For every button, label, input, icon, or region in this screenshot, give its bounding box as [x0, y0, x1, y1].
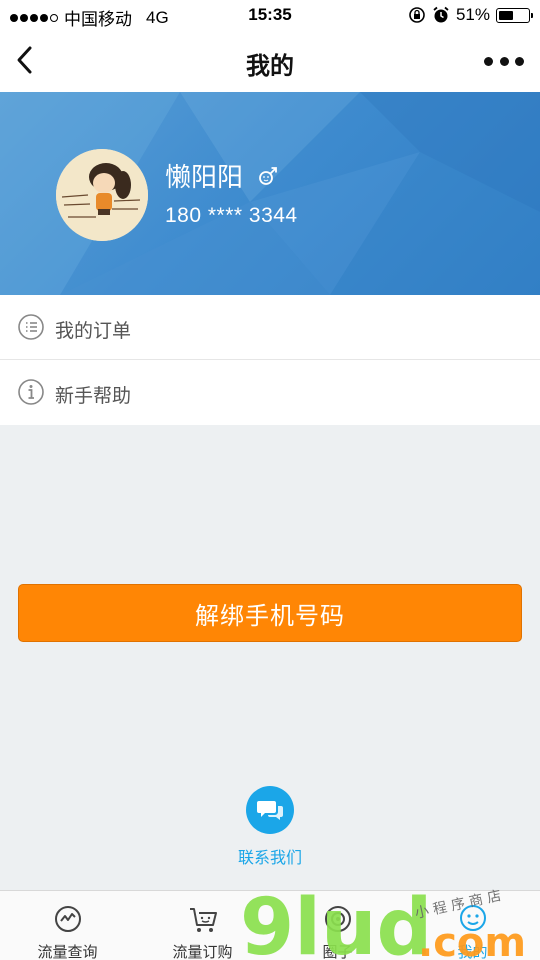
profile-header: 懒阳阳 180 **** 3344 [0, 92, 540, 295]
unbind-phone-button[interactable]: 解绑手机号码 [18, 584, 522, 642]
username: 懒阳阳 [165, 162, 244, 192]
page-title: 我的 [246, 53, 294, 80]
phone-number: 180 **** 3344 [165, 204, 298, 227]
more-options-icon[interactable] [484, 52, 524, 70]
tab-circle[interactable]: 圈子 [270, 891, 405, 960]
tab-bar: 流量查询 流量订购 圈子 我的 [0, 890, 540, 960]
shopping-cart-icon [189, 908, 217, 932]
status-right: 51% [408, 5, 533, 25]
contact-us-link[interactable]: 联系我们 [220, 786, 320, 868]
status-bar: 中国移动 4G 15:35 51% [0, 0, 540, 30]
circle-icon [324, 906, 351, 932]
menu-list: 我的订单 新手帮助 [0, 295, 540, 425]
tab-traffic-order[interactable]: 流量订购 [135, 891, 270, 960]
avatar[interactable] [56, 149, 148, 241]
traffic-query-icon [54, 906, 81, 932]
battery-percent: 51% [455, 5, 490, 24]
tab-label: 流量查询 [37, 944, 98, 960]
tab-mine[interactable]: 我的 [405, 891, 540, 960]
tab-label: 流量订购 [172, 944, 233, 960]
profile-face-icon [459, 905, 486, 931]
tab-label: 我的 [457, 944, 488, 960]
username-row: 懒阳阳 [165, 157, 279, 194]
male-gender-icon [259, 166, 277, 185]
menu-item-label: 新手帮助 [55, 386, 132, 407]
alarm-icon [433, 6, 449, 23]
menu-item-beginner-help[interactable]: 新手帮助 [0, 360, 540, 425]
tab-label: 圈子 [322, 944, 353, 960]
chat-bubble-icon [246, 786, 294, 834]
menu-item-my-orders[interactable]: 我的订单 [0, 295, 540, 360]
tab-traffic-query[interactable]: 流量查询 [0, 891, 135, 960]
contact-us-label: 联系我们 [237, 850, 302, 867]
menu-item-label: 我的订单 [55, 321, 132, 342]
rotation-lock-icon [409, 7, 425, 23]
help-info-icon [18, 379, 44, 405]
avatar-illustration [56, 149, 148, 241]
battery-icon [496, 7, 533, 23]
order-list-icon [18, 314, 44, 340]
navigation-bar: 我的 [0, 30, 540, 92]
